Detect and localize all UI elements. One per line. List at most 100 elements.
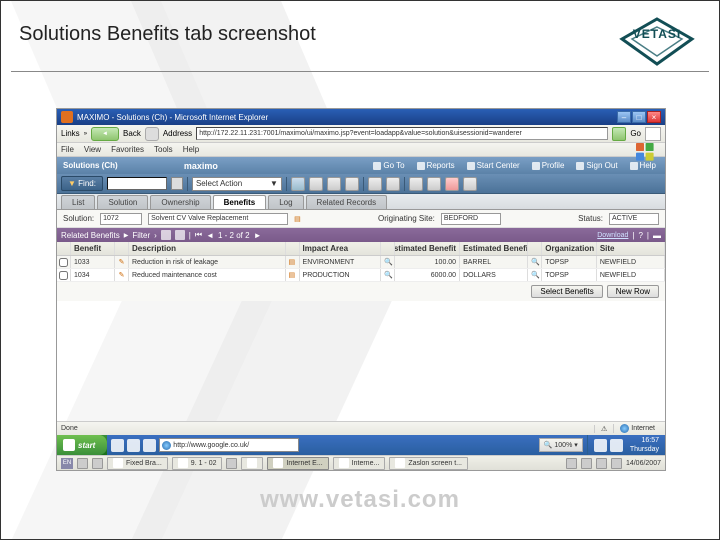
filter-label[interactable]: Filter — [132, 231, 150, 240]
tab-related-records[interactable]: Related Records — [306, 195, 388, 209]
tray-icon[interactable] — [226, 458, 237, 469]
insert-icon[interactable] — [309, 177, 323, 191]
filter-icon[interactable] — [161, 230, 171, 240]
table-row[interactable]: 1034 ✎ Reduced maintenance cost ▤ PRODUC… — [57, 269, 665, 282]
route-icon[interactable] — [368, 177, 382, 191]
col-benefit[interactable]: Benefit — [71, 242, 115, 255]
desc-long-icon[interactable]: ▤ — [289, 271, 296, 279]
globe-icon — [162, 441, 171, 450]
desc-long-icon[interactable]: ▤ — [289, 258, 296, 266]
go-button[interactable] — [612, 127, 626, 141]
links-chevron-icon[interactable]: » — [84, 131, 87, 137]
taskbar-button[interactable]: Interne... — [333, 457, 386, 470]
ie-nav-toolbar: Links » Back Address http://172.22.11.23… — [57, 125, 665, 143]
tray-icon[interactable] — [581, 458, 592, 469]
section-help-icon[interactable]: ? — [638, 231, 642, 240]
quicklaunch-icon[interactable] — [143, 439, 156, 452]
language-indicator[interactable]: EN — [61, 458, 73, 469]
tab-log[interactable]: Log — [268, 195, 303, 209]
row-detail-icon[interactable]: ✎ — [119, 271, 125, 279]
attachments-icon[interactable] — [409, 177, 423, 191]
tray-icon[interactable] — [611, 458, 622, 469]
taskbar-address[interactable]: http://www.google.co.uk/ — [159, 438, 299, 452]
unit-lookup-icon[interactable]: 🔍 — [531, 258, 540, 266]
row-detail-icon[interactable]: ✎ — [119, 258, 125, 266]
next-icon[interactable] — [345, 177, 359, 191]
minimize-button[interactable]: – — [617, 111, 631, 123]
impact-lookup-icon[interactable]: 🔍 — [384, 258, 393, 266]
menu-file[interactable]: File — [61, 145, 74, 154]
ie-status-bar: Done ⚠ Internet — [57, 421, 665, 435]
print-icon[interactable] — [427, 177, 441, 191]
nav-help[interactable]: Help — [627, 161, 659, 170]
delete-icon[interactable] — [445, 177, 459, 191]
filter-toggle-icon[interactable]: ▶ — [124, 232, 129, 239]
tray-icon[interactable] — [610, 439, 623, 452]
row-checkbox[interactable] — [59, 271, 68, 280]
new-row-button[interactable]: New Row — [607, 285, 659, 298]
nav-reports[interactable]: Reports — [414, 161, 458, 170]
workflow-icon[interactable] — [386, 177, 400, 191]
pager-next-icon[interactable]: ► — [254, 231, 262, 240]
quicklaunch-icon[interactable] — [111, 439, 124, 452]
row-checkbox[interactable] — [59, 258, 68, 267]
taskbar-button[interactable]: Zaslon screen t... — [389, 457, 468, 470]
taskbar-button[interactable]: Fixed Bra... — [107, 457, 168, 470]
taskbar-button[interactable] — [241, 457, 263, 470]
taskbar-button[interactable]: 9. 1 - 02 — [172, 457, 223, 470]
nav-signout[interactable]: Sign Out — [573, 161, 620, 170]
col-impact-area[interactable]: Impact Area — [300, 242, 382, 255]
section-collapse-icon[interactable]: ▬ — [653, 231, 661, 240]
address-bar[interactable]: http://172.22.11.231:7001/maximo/ui/maxi… — [196, 127, 608, 140]
menu-tools[interactable]: Tools — [154, 145, 173, 154]
col-est-benefit[interactable]: Estimated Benefit — [395, 242, 460, 255]
nav-startcenter[interactable]: Start Center — [464, 161, 523, 170]
tray-icon[interactable] — [77, 458, 88, 469]
select-benefits-button[interactable]: Select Benefits — [531, 285, 602, 298]
save-icon[interactable] — [291, 177, 305, 191]
tray-icon[interactable] — [566, 458, 577, 469]
menu-help[interactable]: Help — [183, 145, 199, 154]
live-search-button[interactable] — [645, 127, 661, 141]
col-site[interactable]: Site — [597, 242, 665, 255]
menu-view[interactable]: View — [84, 145, 101, 154]
col-description[interactable]: Description — [129, 242, 286, 255]
nav-goto[interactable]: Go To — [370, 161, 407, 170]
close-button[interactable]: × — [647, 111, 661, 123]
col-est-unit[interactable]: Estimated Benefit Units — [460, 242, 528, 255]
tray-icon[interactable] — [594, 439, 607, 452]
solution-desc-field[interactable]: Solvent CV Valve Replacement — [148, 213, 288, 225]
quicklaunch-icon[interactable] — [127, 439, 140, 452]
find-lookup-button[interactable] — [171, 177, 183, 190]
tray-icon[interactable] — [92, 458, 103, 469]
misc-icon[interactable] — [463, 177, 477, 191]
orig-site-field[interactable]: BEDFORD — [441, 213, 501, 225]
taskbar-button[interactable]: Internet E... — [267, 457, 328, 470]
back-button[interactable] — [91, 127, 119, 141]
pager-first-icon[interactable]: ⏮ — [195, 230, 202, 240]
start-button[interactable]: start — [57, 435, 107, 455]
unit-lookup-icon[interactable]: 🔍 — [531, 271, 540, 279]
tab-list[interactable]: List — [61, 195, 95, 209]
menu-favorites[interactable]: Favorites — [111, 145, 144, 154]
tab-solution[interactable]: Solution — [97, 195, 148, 209]
desc-detail-icon[interactable]: ▤ — [294, 215, 301, 223]
nav-profile[interactable]: Profile — [529, 161, 568, 170]
pager-prev-icon[interactable]: ◄ — [206, 231, 214, 240]
maximize-button[interactable]: □ — [632, 111, 646, 123]
zoom-control[interactable]: 🔍 100% ▾ — [539, 438, 583, 452]
related-benefits-header: Related Benefits ▶ Filter › | ⏮ ◄ 1 - 2 … — [57, 228, 665, 242]
table-row[interactable]: 1033 ✎ Reduction in risk of leakage ▤ EN… — [57, 256, 665, 269]
impact-lookup-icon[interactable]: 🔍 — [384, 271, 393, 279]
forward-button[interactable] — [145, 127, 159, 141]
find-input[interactable] — [107, 177, 167, 190]
tab-ownership[interactable]: Ownership — [150, 195, 210, 209]
solution-id-field[interactable]: 1072 — [100, 213, 142, 225]
previous-icon[interactable] — [327, 177, 341, 191]
tray-icon[interactable] — [596, 458, 607, 469]
tab-benefits[interactable]: Benefits — [213, 195, 267, 209]
sort-icon[interactable] — [175, 230, 185, 240]
download-link[interactable]: Download — [597, 232, 628, 239]
select-action-dropdown[interactable]: Select Action▼ — [192, 177, 282, 191]
col-organization[interactable]: Organization — [542, 242, 597, 255]
